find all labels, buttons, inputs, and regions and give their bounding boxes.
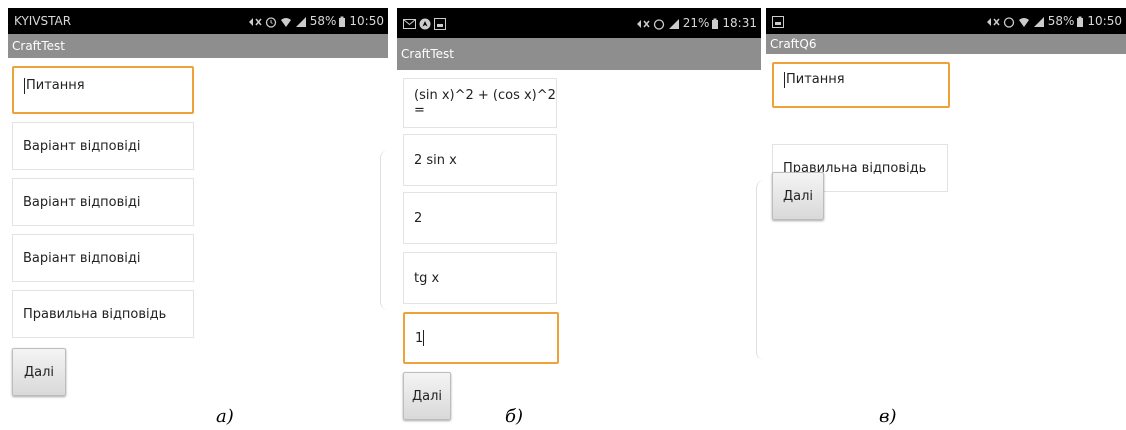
screen-b: 21% 18:31 CraftTest (sin x)^2 + (cos x)^2…	[397, 8, 761, 430]
app-title-bar: CraftQ6	[766, 34, 1126, 54]
image-icon	[772, 15, 784, 28]
text-cursor	[784, 72, 785, 88]
battery-icon	[1077, 16, 1084, 27]
image-icon	[434, 17, 446, 30]
clock: 10:50	[1087, 14, 1122, 28]
caption-c: в)	[879, 406, 897, 427]
answer-option-field-2[interactable]: 2	[403, 192, 557, 244]
question-field-text: Питання	[786, 72, 845, 87]
notification-mute-icon	[248, 17, 262, 26]
question-field[interactable]: Питання	[772, 62, 950, 108]
divider-line	[380, 150, 391, 310]
wifi-icon	[280, 17, 291, 27]
notification-mute-icon	[636, 19, 650, 28]
caption-a: а)	[216, 406, 234, 427]
status-bar: 58% 10:50	[766, 8, 1126, 34]
notification-icons	[403, 8, 449, 38]
answer-option-text: 2	[414, 210, 423, 226]
question-field[interactable]: Питання	[12, 66, 194, 114]
battery-percent: 58%	[1047, 14, 1075, 28]
status-icons: 58% 10:50	[248, 8, 384, 34]
mail-icon	[403, 18, 416, 29]
text-cursor	[423, 330, 425, 346]
text-cursor	[24, 78, 25, 94]
alarm-icon	[265, 16, 276, 28]
answer-option-field-1[interactable]: Варіант відповіді	[12, 122, 194, 170]
alarm-icon	[1003, 16, 1014, 28]
battery-icon	[712, 18, 719, 29]
question-field-text: Питання	[26, 78, 85, 93]
signal-icon	[668, 18, 679, 29]
wifi-icon	[1018, 17, 1029, 27]
screen-a: KYIVSTAR 58% 10:50 CraftTest Питання Варі…	[8, 8, 388, 430]
battery-icon	[339, 16, 346, 27]
battery-percent: 58%	[309, 14, 337, 28]
next-button[interactable]: Далі	[403, 372, 451, 420]
answer-option-field-3[interactable]: Варіант відповіді	[12, 234, 194, 282]
correct-answer-text: 1	[415, 330, 424, 346]
status-bar: 21% 18:31	[397, 8, 761, 38]
answer-option-text: tg x	[414, 270, 440, 286]
question-field[interactable]: (sin x)^2 + (cos x)^2 =	[403, 78, 557, 128]
alarm-icon	[653, 18, 664, 30]
battery-percent: 21%	[682, 16, 710, 30]
notification-mute-icon	[986, 17, 1000, 26]
answer-option-field-3[interactable]: tg x	[403, 252, 557, 304]
carrier-name: KYIVSTAR	[14, 14, 72, 28]
next-button[interactable]: Далі	[12, 348, 66, 396]
app-title-bar: CraftTest	[8, 34, 388, 58]
signal-icon	[295, 16, 306, 27]
status-icons: 58% 10:50	[986, 8, 1122, 34]
answer-option-text: 2 sin x	[414, 152, 457, 168]
question-field-text: (sin x)^2 + (cos x)^2 =	[414, 88, 556, 118]
status-icons: 21% 18:31	[636, 8, 757, 38]
answer-option-field-2[interactable]: Варіант відповіді	[12, 178, 194, 226]
status-bar: KYIVSTAR 58% 10:50	[8, 8, 388, 34]
answer-option-text: Варіант відповіді	[23, 194, 141, 210]
next-button[interactable]: Далі	[772, 172, 824, 220]
correct-answer-text: Правильна відповідь	[23, 306, 167, 322]
answer-option-text: Варіант відповіді	[23, 250, 141, 266]
correct-answer-field[interactable]: Правильна відповідь	[12, 290, 194, 338]
notification-icons	[772, 8, 787, 34]
answer-option-field-1[interactable]: 2 sin x	[403, 134, 557, 186]
clock: 18:31	[722, 16, 757, 30]
location-icon	[419, 18, 431, 29]
answer-option-text: Варіант відповіді	[23, 138, 141, 154]
clock: 10:50	[349, 14, 384, 28]
app-title-bar: CraftTest	[397, 38, 761, 70]
screen-c: 58% 10:50 CraftQ6 Питання Правильна відпо…	[766, 8, 1126, 430]
signal-icon	[1033, 16, 1044, 27]
correct-answer-field[interactable]: 1	[403, 312, 559, 364]
caption-b: б)	[505, 406, 524, 427]
